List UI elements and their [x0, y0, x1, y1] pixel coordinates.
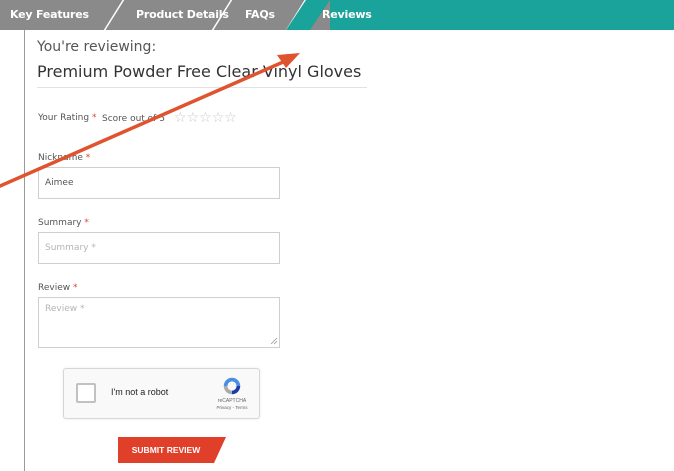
- required-mark: *: [91, 113, 97, 123]
- content-left-border: [24, 30, 25, 471]
- recaptcha-widget: I'm not a robot reCAPTCHA Privacy - Term…: [63, 368, 260, 419]
- heading-divider: [37, 87, 367, 88]
- recaptcha-links[interactable]: Privacy - Terms: [207, 405, 257, 410]
- summary-label: Summary *: [38, 218, 89, 228]
- tab-bar: Key Features Product Details FAQs Review…: [0, 0, 674, 30]
- nickname-input[interactable]: [38, 167, 280, 199]
- rating-star-3[interactable]: ☆: [199, 110, 212, 126]
- summary-label-text: Summary: [38, 218, 82, 228]
- product-name: Premium Powder Free Clear Vinyl Gloves: [37, 62, 362, 81]
- rating-star-2[interactable]: ☆: [187, 110, 200, 126]
- rating-label-text: Your Rating: [38, 113, 90, 123]
- tab-faqs[interactable]: FAQs: [245, 0, 275, 30]
- rating-star-1[interactable]: ☆: [174, 110, 187, 126]
- tab-reviews[interactable]: Reviews: [322, 0, 372, 30]
- review-textarea[interactable]: [38, 297, 280, 348]
- required-mark: *: [85, 153, 91, 163]
- resize-grip-icon[interactable]: [270, 337, 278, 345]
- summary-input[interactable]: [38, 232, 280, 264]
- reviewing-subheading: You're reviewing:: [37, 39, 157, 55]
- review-label-text: Review: [38, 283, 71, 293]
- nickname-label: Nickname *: [38, 153, 90, 163]
- recaptcha-brand: reCAPTCHA: [217, 398, 247, 404]
- rating-star-5[interactable]: ☆: [224, 110, 237, 126]
- recaptcha-logo-icon: [223, 377, 241, 395]
- tab-product-details[interactable]: Product Details: [136, 0, 229, 30]
- rating-stars: ☆☆☆☆☆: [174, 110, 237, 126]
- recaptcha-label: I'm not a robot: [111, 387, 169, 397]
- rating-label: Your Rating *: [38, 113, 96, 123]
- required-mark: *: [84, 218, 89, 228]
- recaptcha-checkbox[interactable]: [76, 383, 96, 403]
- review-label: Review *: [38, 283, 78, 293]
- rating-star-4[interactable]: ☆: [212, 110, 225, 126]
- submit-review-label: SUBMIT REVIEW: [131, 445, 201, 455]
- score-text: Score out of 5: [102, 114, 165, 124]
- tab-key-features[interactable]: Key Features: [10, 0, 89, 30]
- required-mark: *: [73, 283, 78, 293]
- nickname-label-text: Nickname: [38, 153, 83, 163]
- submit-review-button[interactable]: SUBMIT REVIEW: [118, 437, 226, 463]
